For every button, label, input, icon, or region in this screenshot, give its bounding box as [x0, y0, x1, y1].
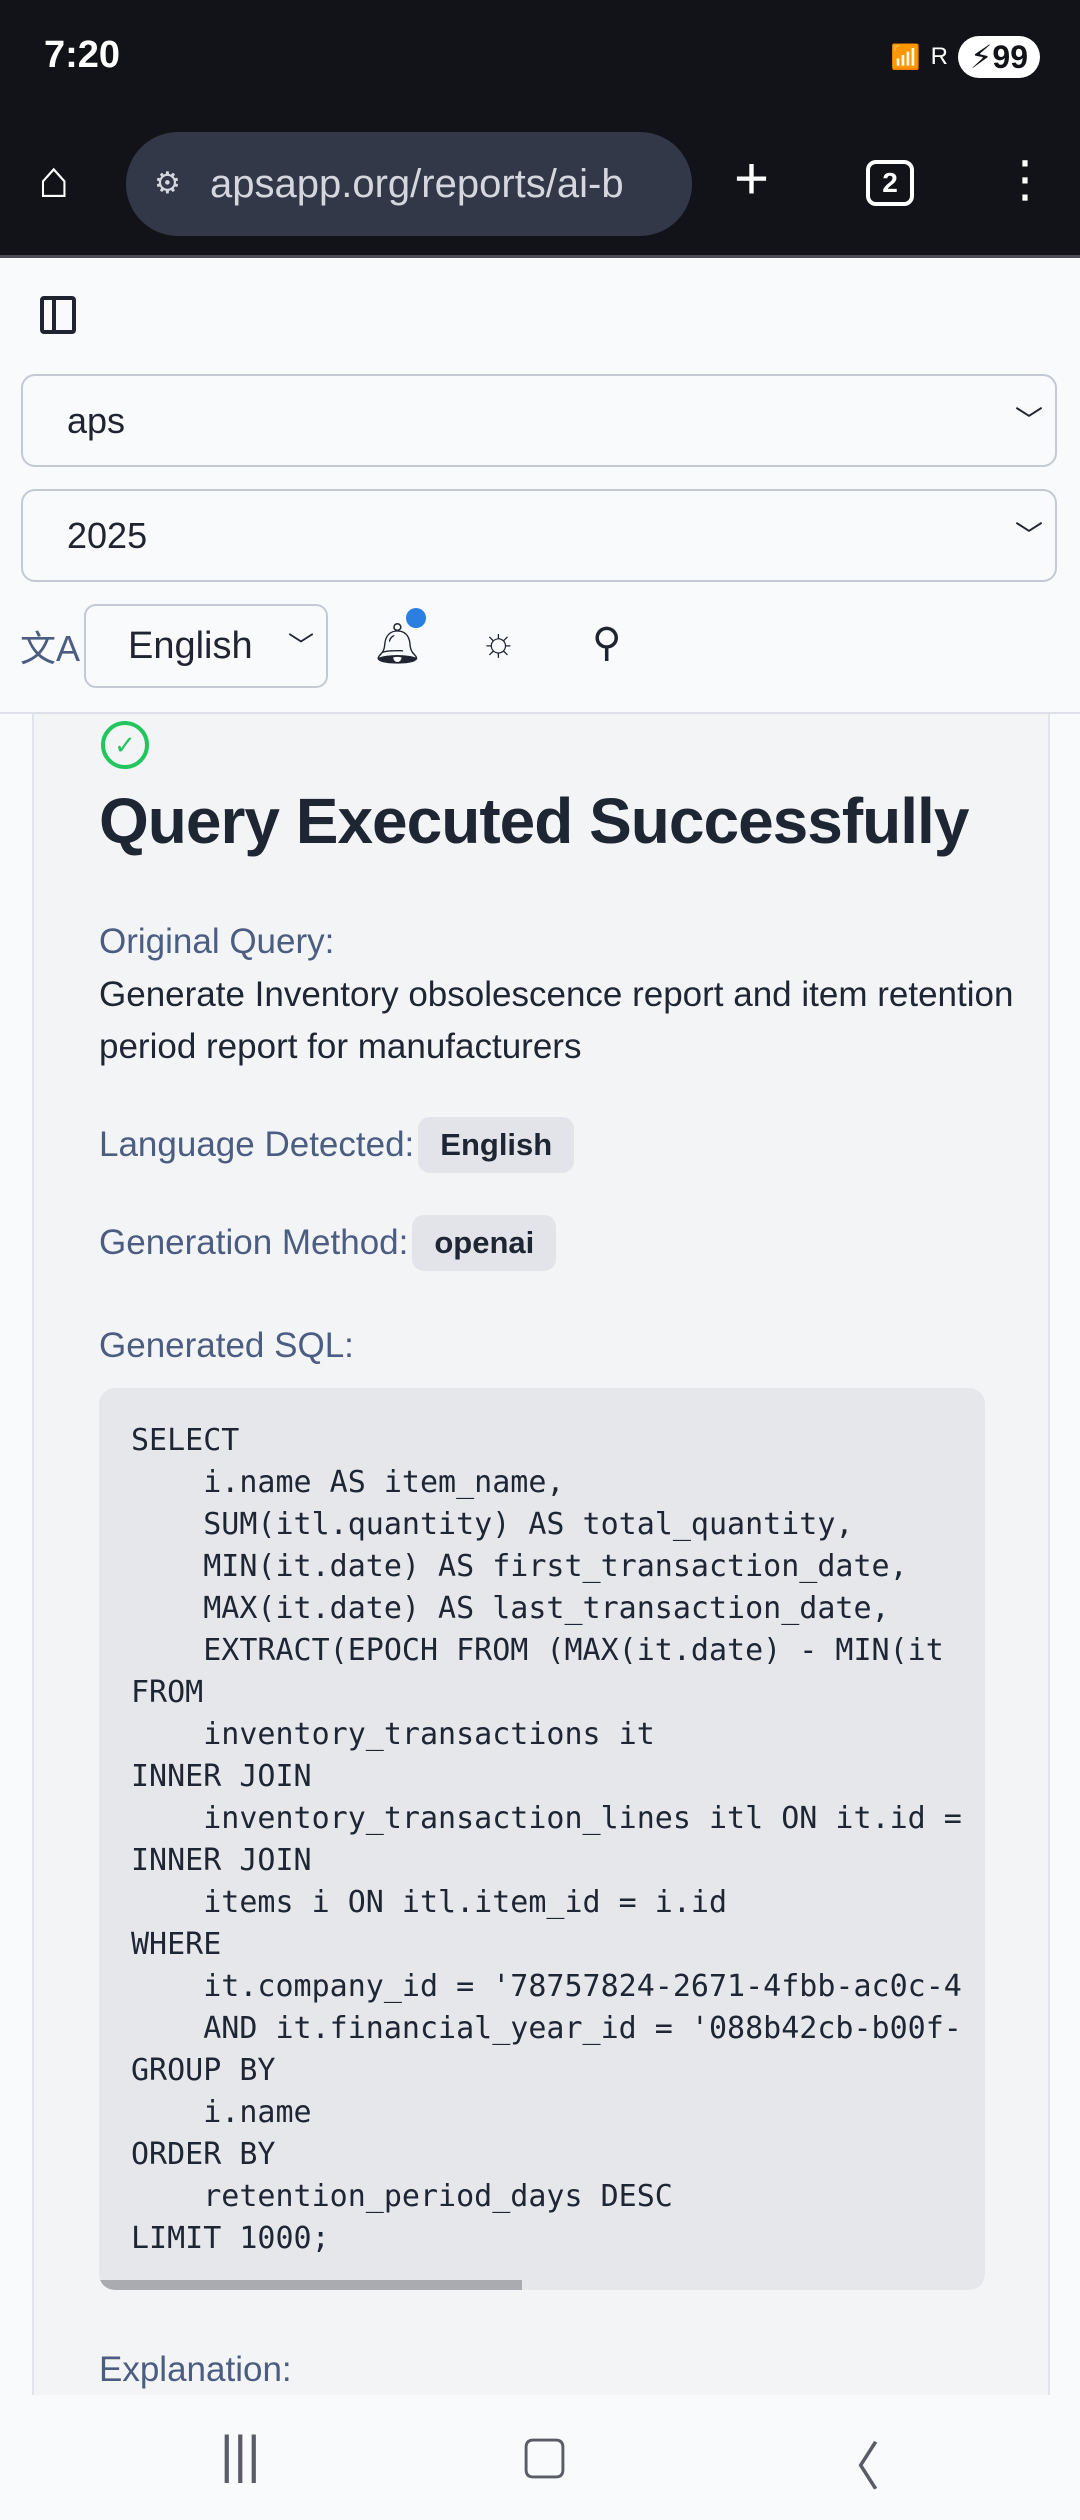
- home-icon[interactable]: ⌂: [38, 150, 69, 210]
- original-query-text: Generate Inventory obsolescence report a…: [99, 975, 1014, 1066]
- check-circle-icon: ✓: [101, 721, 149, 769]
- translate-icon: 文A: [20, 628, 81, 669]
- company-select[interactable]: aps ﹀: [21, 374, 1057, 467]
- user-icon[interactable]: ⚲: [592, 620, 621, 666]
- original-query-label: Original Query:: [99, 922, 335, 961]
- new-tab-icon[interactable]: +: [734, 144, 769, 213]
- generated-sql-label: Generated SQL:: [99, 1326, 354, 1365]
- language-detected-label: Language Detected:: [99, 1125, 415, 1164]
- sidebar-toggle-icon[interactable]: [40, 296, 76, 334]
- tab-switcher-button[interactable]: 2: [866, 160, 914, 206]
- generation-method-label: Generation Method:: [99, 1223, 409, 1262]
- battery-indicator: ⚡99: [957, 36, 1040, 78]
- home-button-icon[interactable]: ▢: [520, 2425, 569, 2485]
- sun-icon[interactable]: ☼: [480, 620, 517, 665]
- sql-code: SELECT i.name AS item_name, SUM(itl.quan…: [131, 1423, 962, 2256]
- back-icon[interactable]: 〈: [828, 2425, 880, 2500]
- battery-level: 99: [992, 39, 1028, 75]
- status-bar: 7:20 📶 R ⚡99: [0, 0, 1080, 130]
- explanation-label: Explanation:: [99, 2350, 292, 2389]
- signal-icon: R: [930, 43, 948, 70]
- address-bar[interactable]: ⚙ apsapp.org/reports/ai-b: [126, 132, 692, 236]
- company-select-value: aps: [67, 400, 126, 441]
- notification-dot: [406, 608, 426, 628]
- clock: 7:20: [44, 34, 121, 76]
- horizontal-scrollbar[interactable]: [99, 2280, 522, 2290]
- language-select[interactable]: English ﹀: [84, 604, 328, 688]
- url-text: apsapp.org/reports/ai-b: [210, 161, 624, 206]
- app-header: aps ﹀ 2025 ﹀ 文A English ﹀ 🔔︎ ☼ ⚲: [0, 258, 1080, 714]
- site-settings-icon[interactable]: ⚙: [154, 166, 181, 201]
- chevron-down-icon: ﹀: [1014, 405, 1043, 436]
- wifi-icon: 📶: [890, 43, 921, 71]
- sql-code-block[interactable]: SELECT i.name AS item_name, SUM(itl.quan…: [99, 1388, 985, 2290]
- language-badge: English: [418, 1117, 575, 1173]
- chevron-down-icon: ﹀: [1014, 520, 1043, 551]
- chevron-down-icon: ﹀: [287, 631, 314, 661]
- system-nav-bar: ||| ▢ 〈: [0, 2395, 1080, 2520]
- year-select[interactable]: 2025 ﹀: [21, 489, 1057, 582]
- more-menu-icon[interactable]: ⋮: [1000, 150, 1050, 208]
- method-badge: openai: [412, 1215, 557, 1271]
- year-select-value: 2025: [67, 515, 148, 556]
- query-result-card: ✓ Query Executed Successfully Original Q…: [32, 714, 1050, 2404]
- browser-toolbar: ⌂ ⚙ apsapp.org/reports/ai-b + 2 ⋮: [0, 130, 1080, 258]
- language-select-value: English: [128, 625, 253, 667]
- result-title: Query Executed Successfully: [99, 785, 969, 857]
- recent-apps-icon[interactable]: |||: [220, 2425, 261, 2485]
